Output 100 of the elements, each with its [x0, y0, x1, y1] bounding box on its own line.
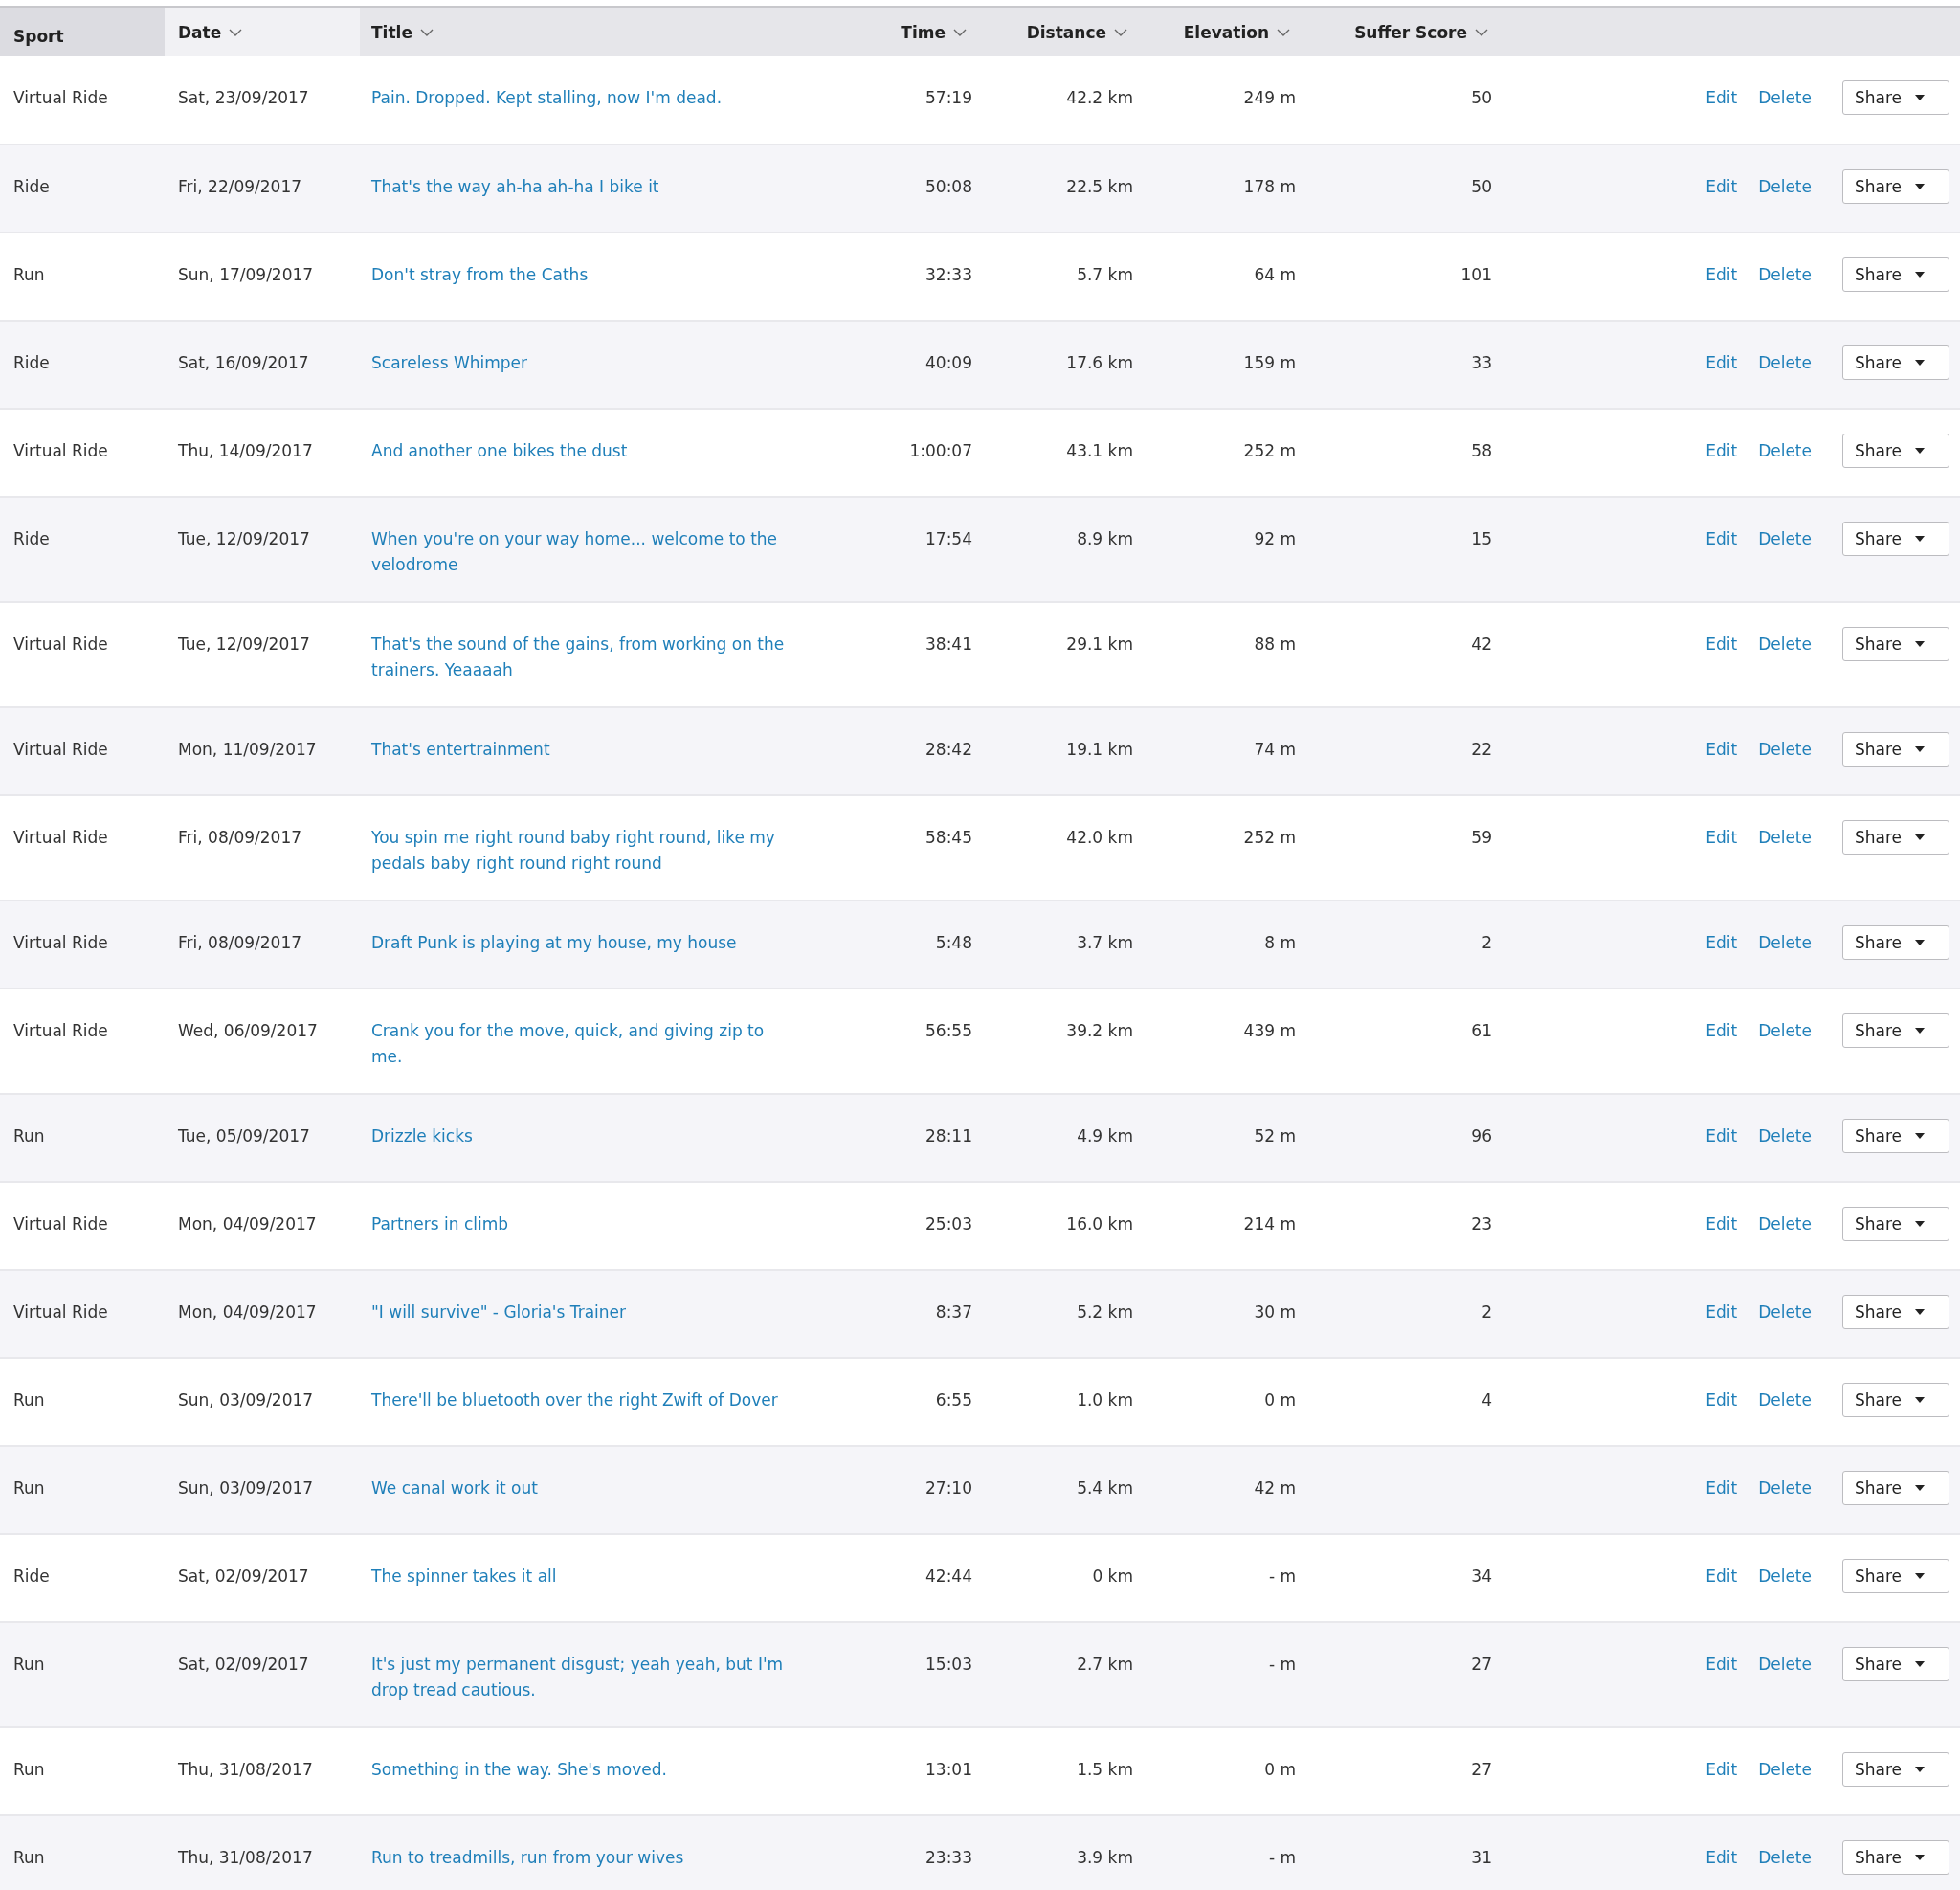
activity-title-link[interactable]: "I will survive" - Gloria's Trainer — [371, 1300, 792, 1325]
edit-link[interactable]: Edit — [1705, 437, 1738, 464]
column-header[interactable]: Time — [842, 7, 986, 56]
share-button[interactable]: Share — [1842, 522, 1949, 556]
caret-down-icon — [1915, 641, 1926, 647]
activity-title-link[interactable]: That's the sound of the gains, from working on the trainers. Yeaaaah — [371, 632, 792, 683]
activity-title-link[interactable]: That's entertrainment — [371, 737, 792, 763]
share-button[interactable]: Share — [1842, 1647, 1949, 1681]
delete-link[interactable]: Delete — [1758, 631, 1812, 657]
table-cell: Virtual Ride — [13, 634, 108, 654]
activity-title-link[interactable]: Crank you for the move, quick, and giving zip to me. — [371, 1018, 792, 1070]
delete-link[interactable]: Delete — [1758, 1844, 1812, 1871]
edit-link[interactable]: Edit — [1705, 1387, 1738, 1413]
share-button[interactable]: Share — [1842, 925, 1949, 960]
table-cell: 5.7 km — [1077, 265, 1133, 284]
edit-link[interactable]: Edit — [1705, 1563, 1738, 1590]
activity-title-link[interactable]: Draft Punk is playing at my house, my house — [371, 930, 792, 956]
caret-down-icon — [1915, 1028, 1926, 1034]
activity-title-link[interactable]: We canal work it out — [371, 1476, 792, 1501]
edit-link[interactable]: Edit — [1705, 1475, 1738, 1501]
share-button[interactable]: Share — [1842, 1559, 1949, 1593]
table-cell: Tue, 12/09/2017 — [178, 634, 310, 654]
column-header[interactable]: Elevation — [1147, 7, 1309, 56]
table-cell: 3.9 km — [1077, 1848, 1133, 1867]
share-button[interactable]: Share — [1842, 1752, 1949, 1787]
edit-link[interactable]: Edit — [1705, 824, 1738, 851]
edit-link[interactable]: Edit — [1705, 1017, 1738, 1044]
share-button[interactable]: Share — [1842, 169, 1949, 204]
edit-link[interactable]: Edit — [1705, 525, 1738, 552]
delete-link[interactable]: Delete — [1758, 437, 1812, 464]
edit-link[interactable]: Edit — [1705, 261, 1738, 288]
delete-link[interactable]: Delete — [1758, 1475, 1812, 1501]
share-button[interactable]: Share — [1842, 80, 1949, 115]
table-cell: 39.2 km — [1066, 1021, 1133, 1040]
delete-link[interactable]: Delete — [1758, 1017, 1812, 1044]
edit-link[interactable]: Edit — [1705, 84, 1738, 111]
share-button[interactable]: Share — [1842, 434, 1949, 468]
table-cell: 43.1 km — [1066, 441, 1133, 460]
share-button[interactable]: Share — [1842, 257, 1949, 292]
edit-link[interactable]: Edit — [1705, 173, 1738, 200]
delete-link[interactable]: Delete — [1758, 929, 1812, 956]
column-header[interactable]: Date — [165, 7, 360, 56]
table-cell: 6:55 — [935, 1390, 972, 1410]
activity-title-link[interactable]: When you're on your way home... welcome to the velodrome — [371, 526, 792, 578]
delete-link[interactable]: Delete — [1758, 1563, 1812, 1590]
delete-link[interactable]: Delete — [1758, 736, 1812, 763]
delete-link[interactable]: Delete — [1758, 1756, 1812, 1783]
share-button[interactable]: Share — [1842, 820, 1949, 855]
edit-link[interactable]: Edit — [1705, 1756, 1738, 1783]
activity-title-link[interactable]: Partners in climb — [371, 1212, 792, 1237]
activity-title-link[interactable]: The spinner takes it all — [371, 1564, 792, 1590]
delete-link[interactable]: Delete — [1758, 1299, 1812, 1325]
delete-link[interactable]: Delete — [1758, 525, 1812, 552]
share-button[interactable]: Share — [1842, 1295, 1949, 1329]
delete-link[interactable]: Delete — [1758, 173, 1812, 200]
delete-link[interactable]: Delete — [1758, 261, 1812, 288]
edit-link[interactable]: Edit — [1705, 631, 1738, 657]
activity-title-link[interactable]: Drizzle kicks — [371, 1123, 792, 1149]
delete-link[interactable]: Delete — [1758, 84, 1812, 111]
edit-link[interactable]: Edit — [1705, 1299, 1738, 1325]
share-button[interactable]: Share — [1842, 732, 1949, 767]
share-button[interactable]: Share — [1842, 1207, 1949, 1241]
column-header[interactable]: Title — [360, 7, 842, 56]
activity-title-link[interactable]: Something in the way. She's moved. — [371, 1757, 792, 1783]
activity-title-link[interactable]: Don't stray from the Caths — [371, 262, 792, 288]
share-button[interactable]: Share — [1842, 1471, 1949, 1505]
activity-title-link[interactable]: There'll be bluetooth over the right Zwift of Dover — [371, 1388, 792, 1413]
table-cell: 1.0 km — [1077, 1390, 1133, 1410]
edit-link[interactable]: Edit — [1705, 1123, 1738, 1149]
activity-title-link[interactable]: Run to treadmills, run from your wives — [371, 1845, 792, 1871]
edit-link[interactable]: Edit — [1705, 1844, 1738, 1871]
share-button[interactable]: Share — [1842, 627, 1949, 661]
activity-title-link[interactable]: And another one bikes the dust — [371, 438, 792, 464]
activity-title-link[interactable]: It's just my permanent disgust; yeah yeah, but I'm drop tread cautious. — [371, 1652, 792, 1703]
activity-title-link[interactable]: Scareless Whimper — [371, 350, 792, 376]
edit-link[interactable]: Edit — [1705, 736, 1738, 763]
delete-link[interactable]: Delete — [1758, 1123, 1812, 1149]
activity-title-link[interactable]: That's the way ah-ha ah-ha I bike it — [371, 174, 792, 200]
share-button[interactable]: Share — [1842, 1840, 1949, 1875]
activity-title-link[interactable]: You spin me right round baby right round, like my pedals baby right round right round — [371, 825, 792, 877]
table-cell: Thu, 14/09/2017 — [178, 441, 313, 460]
delete-link[interactable]: Delete — [1758, 824, 1812, 851]
share-button[interactable]: Share — [1842, 1383, 1949, 1417]
activity-title-link[interactable]: Pain. Dropped. Kept stalling, now I'm dead. — [371, 85, 792, 111]
table-cell: 42 m — [1254, 1479, 1296, 1498]
table-cell: - m — [1268, 1567, 1296, 1586]
share-button[interactable]: Share — [1842, 1013, 1949, 1048]
delete-link[interactable]: Delete — [1758, 349, 1812, 376]
column-header[interactable]: Suffer Score — [1309, 7, 1507, 56]
share-button[interactable]: Share — [1842, 1119, 1949, 1153]
edit-link[interactable]: Edit — [1705, 1211, 1738, 1237]
delete-link[interactable]: Delete — [1758, 1211, 1812, 1237]
edit-link[interactable]: Edit — [1705, 1651, 1738, 1678]
delete-link[interactable]: Delete — [1758, 1651, 1812, 1678]
column-header[interactable]: Distance — [986, 7, 1147, 56]
edit-link[interactable]: Edit — [1705, 349, 1738, 376]
delete-link[interactable]: Delete — [1758, 1387, 1812, 1413]
table-cell: 22 — [1471, 740, 1492, 759]
share-button[interactable]: Share — [1842, 345, 1949, 380]
edit-link[interactable]: Edit — [1705, 929, 1738, 956]
